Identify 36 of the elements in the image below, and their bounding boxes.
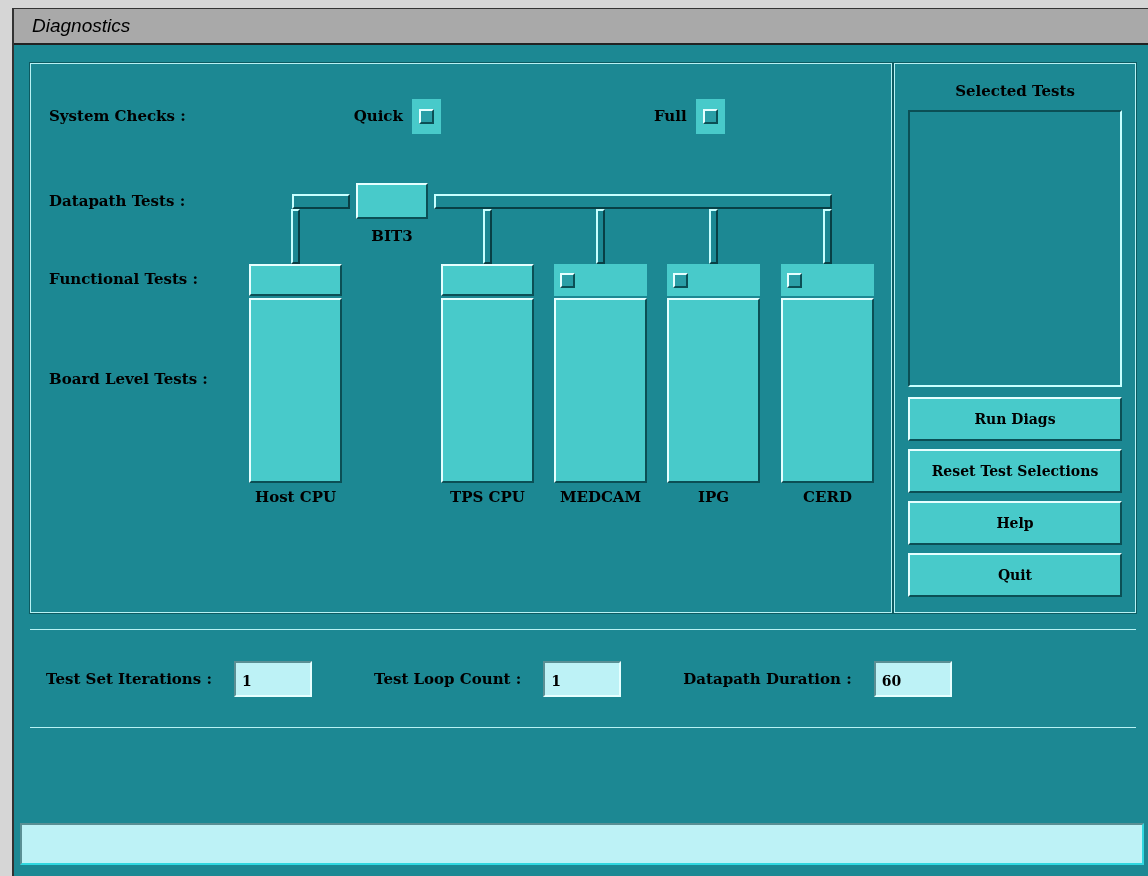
board-label: MEDCAM <box>558 488 643 506</box>
checkbox[interactable] <box>702 108 718 124</box>
checkbox[interactable] <box>560 272 575 288</box>
action-button[interactable]: Quit <box>908 553 1122 597</box>
board-test-box[interactable] <box>554 298 647 483</box>
row-label: Functional Tests : <box>49 270 199 288</box>
setting-label: Datapath Duration : <box>683 669 852 688</box>
node-label: BIT3 <box>370 227 414 245</box>
board-label: TPS CPU <box>449 488 526 506</box>
bus-bar <box>292 194 350 209</box>
board-label: CERD <box>802 488 853 506</box>
bit3-node[interactable] <box>356 183 428 219</box>
board-label: Host CPU <box>253 488 338 506</box>
option-label: Full <box>653 107 687 125</box>
setting-label: Test Loop Count : <box>373 669 522 688</box>
board-test-box[interactable] <box>781 298 874 483</box>
board-test-box[interactable] <box>441 298 534 483</box>
checkbox[interactable] <box>673 272 688 288</box>
setting-label: Test Set Iterations : <box>46 669 212 688</box>
checkbox[interactable] <box>787 272 802 288</box>
list-title: Selected Tests <box>955 82 1075 100</box>
row-label: Board Level Tests : <box>49 370 208 388</box>
action-button[interactable]: Help <box>908 501 1122 545</box>
board-label: IPG <box>696 488 731 506</box>
board-test-box[interactable] <box>667 298 760 483</box>
input-field[interactable]: 1 <box>233 660 312 697</box>
action-button[interactable]: Run Diags <box>908 397 1122 441</box>
input-field[interactable]: 60 <box>873 660 952 697</box>
option-label: Quick <box>353 107 403 125</box>
row-label: System Checks : <box>49 107 186 125</box>
row-label: Datapath Tests : <box>49 192 186 210</box>
input-field[interactable]: 1 <box>543 660 622 697</box>
board-test-box[interactable] <box>249 298 342 483</box>
window-title: Diagnostics <box>32 15 131 37</box>
action-button[interactable]: Reset Test Selections <box>908 449 1122 493</box>
checkbox[interactable] <box>418 108 434 124</box>
